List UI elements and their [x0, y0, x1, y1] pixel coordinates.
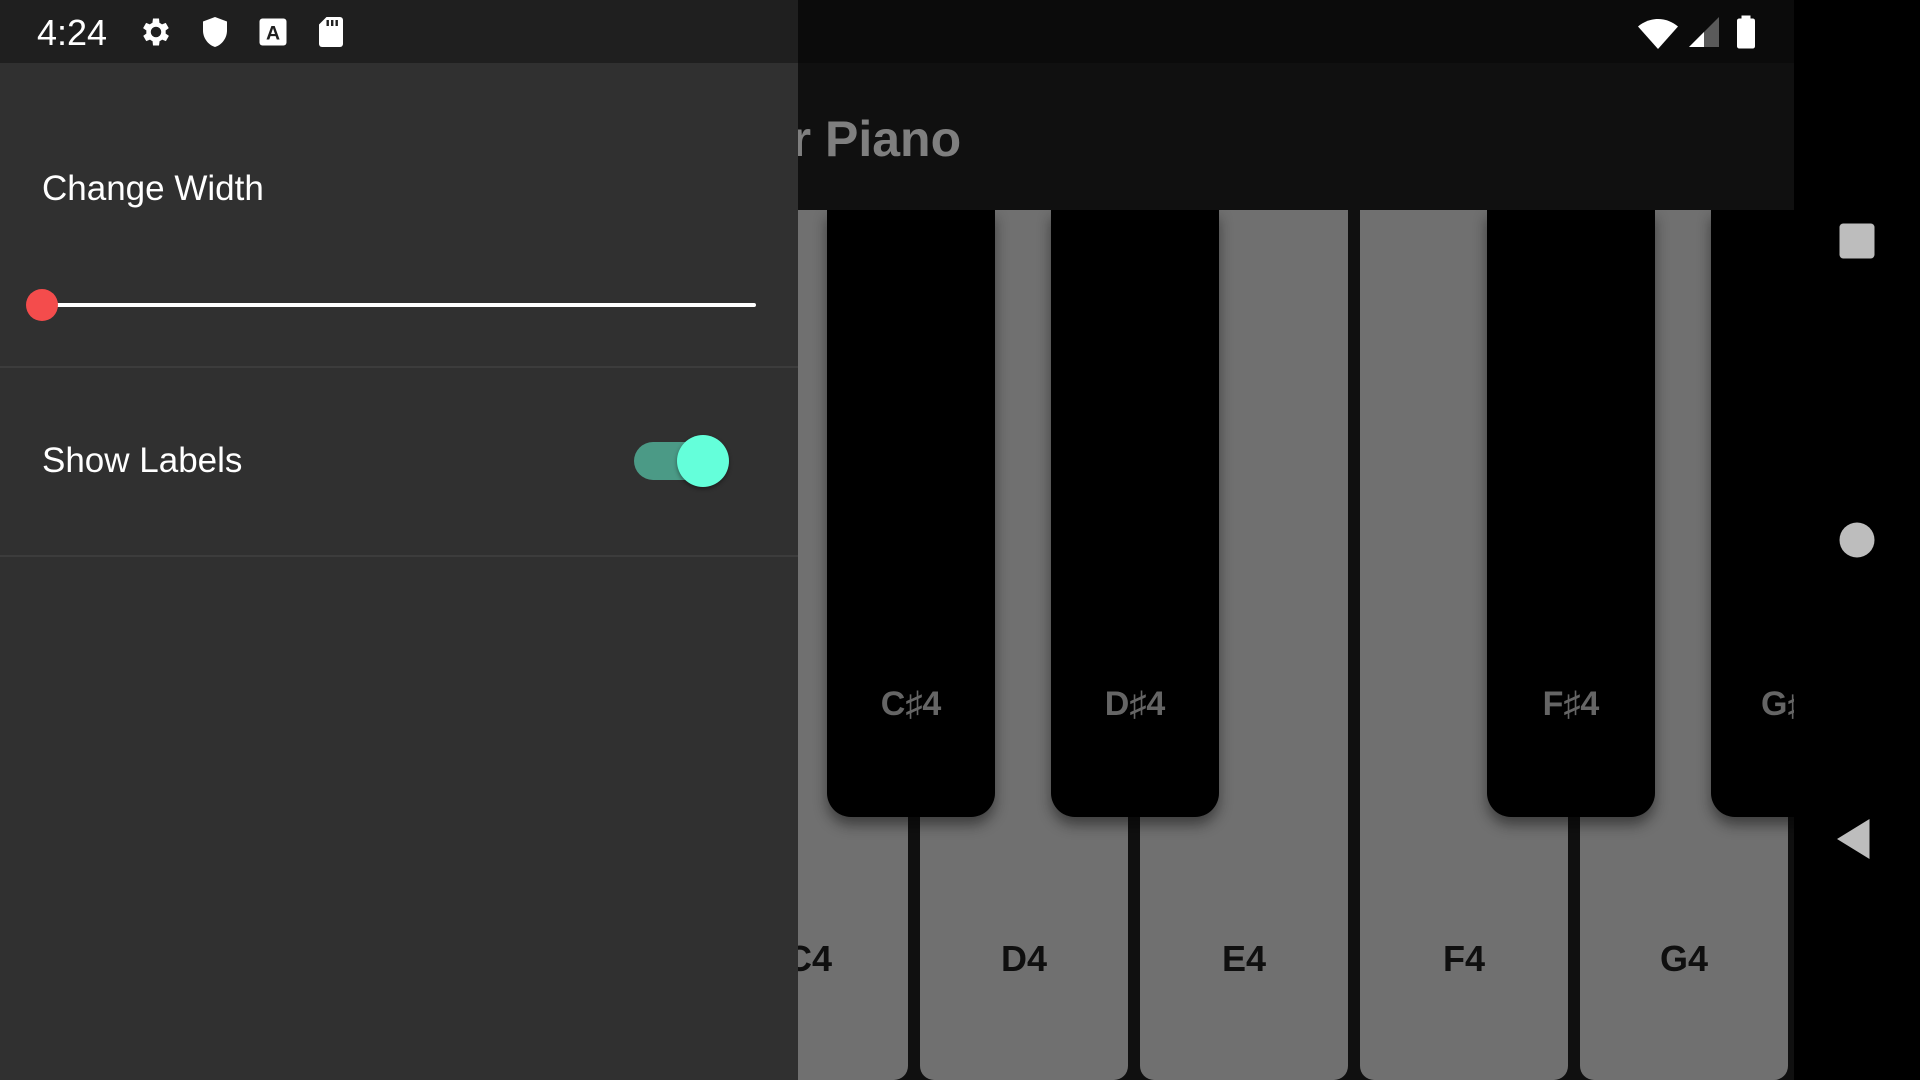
wifi-icon: [1638, 14, 1678, 50]
divider: [0, 555, 798, 557]
android-screen: utter Piano C4 D4 E4 F4 G4 C♯4 D♯4 F♯4 G…: [0, 0, 1920, 1080]
status-time: 4:24: [37, 12, 108, 53]
slider-thumb[interactable]: [26, 289, 58, 321]
switch-thumb: [677, 435, 729, 487]
shield-icon: [197, 14, 233, 50]
keyboard-a-icon: A: [255, 14, 291, 50]
slider-track: [42, 303, 756, 307]
show-labels-label: Show Labels: [42, 441, 243, 480]
show-labels-switch[interactable]: [632, 433, 732, 489]
home-circle-icon[interactable]: [1827, 510, 1887, 570]
drawer-scrim[interactable]: [798, 63, 1794, 1080]
sd-card-icon: [313, 14, 349, 50]
divider: [0, 366, 798, 368]
status-bar: 4:24 A: [0, 0, 1794, 63]
recents-square-icon[interactable]: [1827, 211, 1887, 271]
change-width-label: Change Width: [42, 169, 264, 208]
back-triangle-icon[interactable]: [1827, 809, 1887, 869]
svg-text:A: A: [266, 23, 280, 45]
width-slider[interactable]: [26, 285, 756, 325]
navigation-bar: [1794, 0, 1920, 1080]
cell-signal-icon: [1686, 14, 1722, 50]
battery-icon: [1728, 14, 1764, 50]
status-bar-left: [0, 0, 798, 63]
gear-icon: [138, 14, 174, 50]
settings-drawer: Change Width Show Labels: [0, 63, 798, 1080]
